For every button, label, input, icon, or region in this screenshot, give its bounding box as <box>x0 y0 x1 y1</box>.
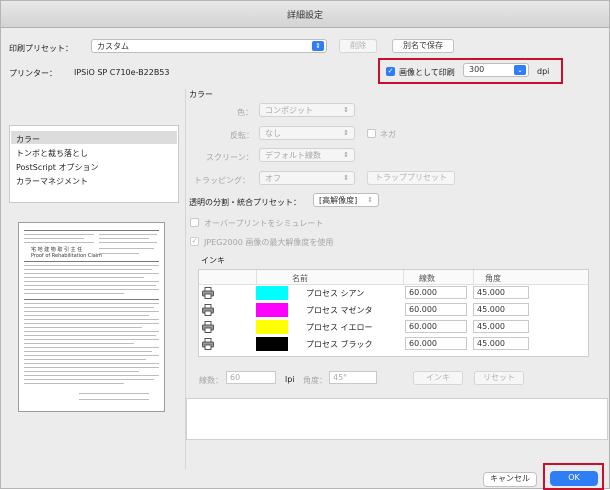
ok-button[interactable]: OK <box>550 471 598 486</box>
chevron-down-icon: ⌄ <box>514 65 526 75</box>
ink-frequency-field[interactable]: 60.000 <box>405 286 467 299</box>
print-as-image-checkbox[interactable]: ✓ <box>386 67 395 76</box>
preset-value: カスタム <box>97 42 129 51</box>
ink-col-angle: 角度 <box>485 274 501 283</box>
sidebar-item-color[interactable]: カラー <box>16 134 40 145</box>
preview-doc-subtitle: Proof of Rehabilitation Claim <box>31 253 103 259</box>
delete-preset-button[interactable]: 削除 <box>339 39 377 53</box>
ink-frequency-field[interactable]: 60.000 <box>405 320 467 333</box>
jpeg2000-checkbox[interactable]: ✓ <box>190 237 199 246</box>
ink-heading: インキ <box>201 256 225 265</box>
printer-icon <box>202 338 214 350</box>
reset-button[interactable]: リセット <box>474 371 524 385</box>
preview-doc-title: 宅 地 建 物 取 引 主 任 <box>31 247 83 253</box>
invert-select[interactable]: なし ⇕ <box>259 126 355 140</box>
description-box <box>186 398 608 440</box>
printer-icon <box>202 304 214 316</box>
flatten-preset-label: 透明の分割・統合プリセット： <box>189 198 301 207</box>
printer-label: プリンター： <box>9 69 57 78</box>
lpi-label: lpi <box>285 375 295 384</box>
preset-label: 印刷プリセット： <box>9 44 73 53</box>
chevron-updown-icon: ⇕ <box>343 129 349 137</box>
color-mode-select[interactable]: コンポジット ⇕ <box>259 103 355 117</box>
jpeg2000-label: JPEG2000 画像の最大解像度を使用 <box>204 238 334 247</box>
frequency-label: 線数： <box>199 376 223 385</box>
trapping-select[interactable]: オフ ⇕ <box>259 171 355 185</box>
printer-name: IPSiO SP C710e-B22B53 <box>74 68 170 77</box>
trap-preset-button[interactable]: トラッププリセット <box>367 171 455 185</box>
chevron-updown-icon: ⇕ <box>343 151 349 159</box>
ink-angle-field[interactable]: 45.000 <box>473 303 529 316</box>
ink-swatch <box>256 286 288 300</box>
ink-swatch <box>256 320 288 334</box>
sidebar-item-postscript[interactable]: PostScript オプション <box>16 162 98 173</box>
ink-name: プロセス ブラック <box>306 340 373 349</box>
color-section-heading: カラー <box>189 90 213 99</box>
ink-angle-field[interactable]: 45.000 <box>473 320 529 333</box>
ink-swatch <box>256 303 288 317</box>
angle-label: 角度： <box>303 376 327 385</box>
title-bar: 詳細設定 <box>1 1 609 28</box>
printer-icon <box>202 321 214 333</box>
negative-checkbox[interactable] <box>367 129 376 138</box>
color-mode-value: コンポジット <box>265 106 313 115</box>
sidebar-item-marks-bleed[interactable]: トンボと裁ち落とし <box>16 148 88 159</box>
chevron-updown-icon: ⇕ <box>312 41 324 51</box>
ink-swatch <box>256 337 288 351</box>
ink-name: プロセス マゼンタ <box>306 306 373 315</box>
screen-value: デフォルト線数 <box>265 151 321 160</box>
print-as-image-label: 画像として印刷 <box>399 68 455 77</box>
overprint-label: オーバープリントをシミュレート <box>204 219 324 228</box>
negative-label: ネガ <box>380 130 396 139</box>
chevron-updown-icon: ⇕ <box>343 174 349 182</box>
ink-button[interactable]: インキ <box>413 371 463 385</box>
color-mode-label: 色： <box>237 108 253 117</box>
ink-name: プロセス シアン <box>306 289 365 298</box>
printer-icon <box>202 287 214 299</box>
ink-col-frequency: 線数 <box>419 274 435 283</box>
flatten-preset-select[interactable]: [高解像度] ⇕ <box>313 193 379 207</box>
preset-select[interactable]: カスタム ⇕ <box>91 39 327 53</box>
dpi-value: 300 <box>469 65 485 74</box>
screen-select[interactable]: デフォルト線数 ⇕ <box>259 148 355 162</box>
window-title: 詳細設定 <box>286 11 323 21</box>
invert-value: なし <box>265 129 281 138</box>
overprint-checkbox[interactable] <box>190 218 199 227</box>
trapping-value: オフ <box>265 174 281 183</box>
save-as-preset-button[interactable]: 別名で保存 <box>392 39 454 53</box>
chevron-updown-icon: ⇕ <box>367 196 373 204</box>
invert-label: 反転： <box>230 131 254 140</box>
trapping-label: トラッピング： <box>194 176 250 185</box>
category-list: カラー トンボと裁ち落とし PostScript オプション カラーマネジメント <box>9 125 179 203</box>
ink-col-name: 名前 <box>292 274 308 283</box>
sidebar-item-color-management[interactable]: カラーマネジメント <box>16 176 88 187</box>
ink-frequency-field[interactable]: 60.000 <box>405 303 467 316</box>
page-preview: 宅 地 建 物 取 引 主 任 Proof of Rehabilitation … <box>18 222 165 412</box>
dpi-unit: dpi <box>537 67 550 76</box>
ink-angle-field[interactable]: 45.000 <box>473 286 529 299</box>
ink-frequency-field[interactable]: 60.000 <box>405 337 467 350</box>
screen-label: スクリーン： <box>206 153 254 162</box>
ink-name: プロセス イエロー <box>306 323 373 332</box>
ink-angle-field[interactable]: 45.000 <box>473 337 529 350</box>
ink-table-header <box>199 270 588 285</box>
frequency-input[interactable]: 60 <box>226 371 276 384</box>
flatten-preset-value: [高解像度] <box>319 196 358 205</box>
chevron-updown-icon: ⇕ <box>343 106 349 114</box>
cancel-button[interactable]: キャンセル <box>483 472 537 487</box>
dpi-select[interactable]: 300 ⌄ <box>463 63 529 77</box>
advanced-settings-dialog: 詳細設定 印刷プリセット： カスタム ⇕ 削除 別名で保存 プリンター： IPS… <box>0 0 610 490</box>
angle-input[interactable]: 45° <box>329 371 377 384</box>
